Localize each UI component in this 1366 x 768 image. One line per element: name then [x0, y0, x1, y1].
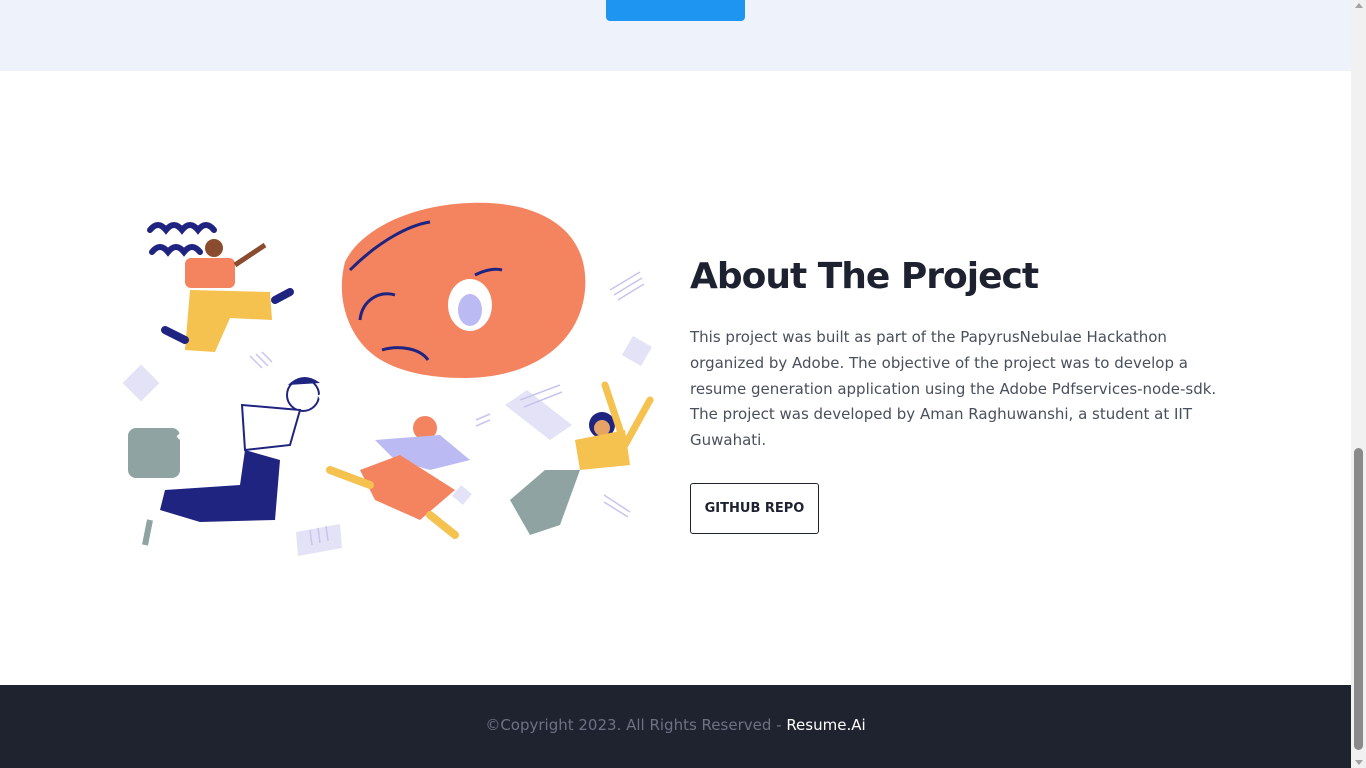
people-running-with-giant-hand-illustration	[122, 202, 654, 556]
copyright-text: ©Copyright 2023. All Rights Reserved -	[485, 716, 787, 734]
scroll-down-arrow-icon[interactable]	[1355, 760, 1363, 765]
github-repo-button[interactable]: GITHUB REPO	[690, 483, 819, 534]
scrollbar-thumb[interactable]	[1354, 448, 1363, 750]
top-cta-button[interactable]	[606, 0, 745, 21]
top-section	[0, 0, 1351, 71]
vertical-scrollbar[interactable]	[1351, 0, 1366, 768]
running-man-briefcase	[128, 375, 363, 546]
about-title: About The Project	[690, 256, 1039, 297]
running-woman-yellow	[147, 222, 294, 352]
footer-brand-link[interactable]: Resume.Ai	[786, 716, 865, 734]
about-description: This project was built as part of the Pa…	[690, 328, 1217, 450]
scroll-up-arrow-icon[interactable]	[1355, 3, 1363, 8]
giant-hand	[341, 202, 586, 378]
running-woman-orange	[326, 416, 470, 539]
footer-copyright: ©Copyright 2023. All Rights Reserved - R…	[0, 716, 1351, 734]
